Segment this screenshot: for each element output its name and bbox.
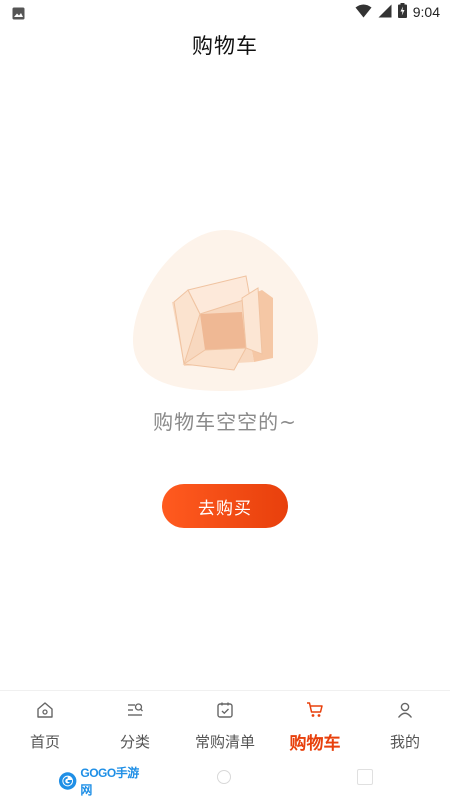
- tab-category-label: 分类: [119, 733, 150, 751]
- go-buy-button[interactable]: 去购买: [162, 484, 288, 528]
- page-title: 购物车: [192, 34, 258, 58]
- watermark-icon: [58, 772, 77, 790]
- category-icon: [126, 699, 144, 721]
- home-icon: [36, 699, 54, 721]
- recents-key[interactable]: [357, 769, 373, 785]
- cart-icon: [306, 699, 324, 721]
- empty-cart-message: 购物车空空的~: [153, 410, 297, 434]
- tab-category[interactable]: 分类: [90, 691, 180, 760]
- tab-frequent-list-label: 常购清单: [194, 733, 255, 751]
- battery-charging-icon: [397, 2, 407, 22]
- tab-frequent-list[interactable]: 常购清单: [180, 691, 270, 760]
- watermark-logo: GOGO手游网: [58, 766, 148, 797]
- user-icon: [396, 699, 414, 721]
- tab-home-label: 首页: [29, 733, 60, 751]
- signal-icon: [378, 3, 392, 22]
- tab-me-label: 我的: [389, 733, 420, 751]
- wifi-icon: [355, 3, 372, 22]
- tab-cart-label: 购物车: [289, 734, 341, 754]
- home-key[interactable]: [217, 770, 231, 784]
- empty-box-icon: [130, 228, 320, 393]
- frequent-list-icon: [216, 699, 234, 721]
- image-notification-icon: [12, 5, 25, 24]
- tab-me[interactable]: 我的: [360, 691, 450, 760]
- tab-home[interactable]: 首页: [0, 691, 90, 760]
- status-time: 9:04: [412, 4, 440, 20]
- bottom-tab-bar: 首页 分类 常购清单 购物车 我的: [0, 690, 450, 760]
- status-bar: 9:04: [0, 0, 450, 24]
- tab-cart[interactable]: 购物车: [270, 691, 360, 760]
- watermark-text: GOGO手游网: [80, 766, 139, 797]
